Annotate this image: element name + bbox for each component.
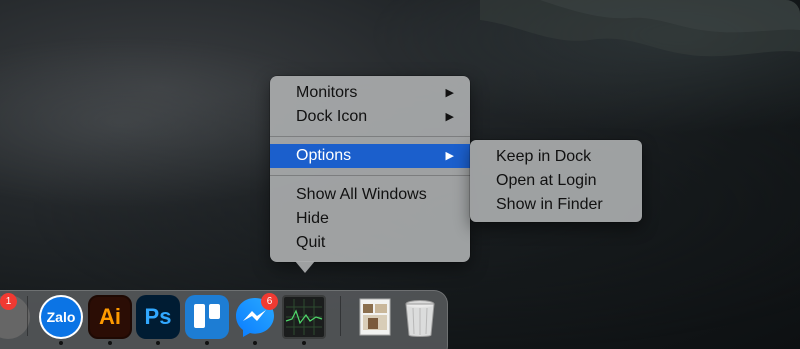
running-indicator (253, 341, 257, 345)
trello-logo-column (209, 304, 220, 319)
menu-item-label: Dock Icon (296, 108, 368, 125)
image-document-icon[interactable] (356, 295, 400, 339)
photoshop-app-icon[interactable]: Ps (136, 295, 180, 339)
menu-item-show-all-windows[interactable]: Show All Windows (270, 183, 470, 207)
menu-item-label: Show All Windows (296, 186, 427, 203)
submenu-item-show-in-finder[interactable]: Show in Finder (470, 193, 642, 217)
running-indicator (108, 341, 112, 345)
zalo-app-icon[interactable]: Zalo (39, 295, 83, 339)
running-indicator (156, 341, 160, 345)
submenu-item-label: Keep in Dock (496, 148, 592, 165)
trello-logo-column (194, 304, 205, 328)
menu-item-label: Hide (296, 210, 329, 227)
dock-context-menu: Monitors ▶ Dock Icon ▶ Options ▶ Show Al… (270, 76, 470, 262)
menu-pointer (295, 261, 315, 273)
menu-item-label: Options (296, 147, 352, 164)
submenu-arrow-icon: ▶ (445, 150, 454, 162)
menu-item-label: Quit (296, 234, 326, 251)
activity-graph-icon (285, 299, 323, 335)
submenu-arrow-icon: ▶ (445, 111, 454, 123)
menu-item-monitors[interactable]: Monitors ▶ (270, 81, 470, 105)
dock-divider (27, 296, 28, 336)
running-indicator (302, 341, 306, 345)
menu-item-options[interactable]: Options ▶ (270, 144, 470, 168)
submenu-item-open-at-login[interactable]: Open at Login (470, 169, 642, 193)
submenu-item-keep-in-dock[interactable]: Keep in Dock (470, 145, 642, 169)
zalo-logo: Zalo (41, 297, 81, 337)
notification-badge: 6 (261, 293, 278, 310)
dock-divider (340, 296, 341, 336)
illustrator-app-icon[interactable]: Ai (88, 295, 132, 339)
image-thumbnail-icon (359, 298, 391, 336)
running-indicator (59, 341, 63, 345)
menu-separator (270, 175, 470, 176)
activity-monitor-app-icon[interactable] (282, 295, 326, 339)
trello-app-icon[interactable] (185, 295, 229, 339)
submenu-arrow-icon: ▶ (445, 87, 454, 99)
menu-item-label: Monitors (296, 84, 358, 101)
wallpaper-mountain (480, 0, 800, 57)
trash-icon[interactable] (398, 295, 442, 339)
notification-badge: 1 (0, 293, 17, 310)
trash-can-icon (405, 300, 435, 337)
submenu-item-label: Show in Finder (496, 196, 603, 213)
running-indicator (205, 341, 209, 345)
submenu-item-label: Open at Login (496, 172, 597, 189)
menu-item-quit[interactable]: Quit (270, 231, 470, 255)
menu-item-dock-icon[interactable]: Dock Icon ▶ (270, 105, 470, 129)
menu-separator (270, 136, 470, 137)
menu-item-hide[interactable]: Hide (270, 207, 470, 231)
options-submenu: Keep in Dock Open at Login Show in Finde… (470, 140, 642, 222)
